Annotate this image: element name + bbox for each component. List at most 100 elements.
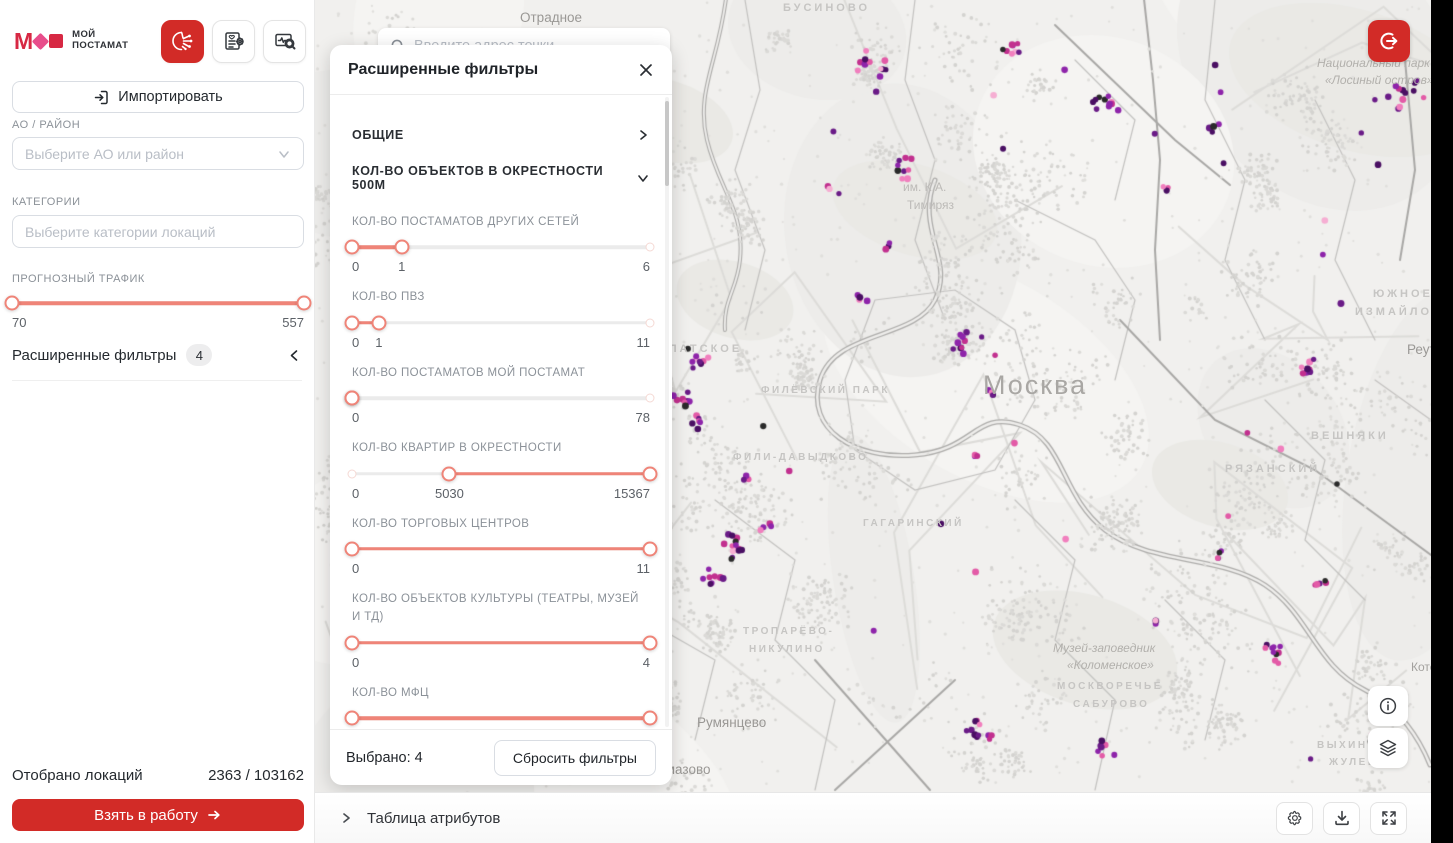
district-label: АО / РАЙОН: [12, 119, 80, 131]
tool-ai-analysis-button[interactable]: [161, 20, 204, 63]
slider-values: 078: [352, 410, 650, 427]
divider: [12, 380, 302, 381]
slider-max-handle[interactable]: [345, 391, 360, 406]
range-slider[interactable]: [352, 634, 650, 652]
export-button[interactable]: [1323, 802, 1360, 835]
chevron-left-icon: [287, 348, 302, 363]
slider-min-handle[interactable]: [345, 541, 360, 556]
info-icon: [1378, 696, 1398, 716]
panel-body: ОБЩИЕ КОЛ-ВО ОБЪЕКТОВ В ОКРЕСТНОСТИ 500М…: [330, 95, 672, 729]
slider-label: КОЛ-ВО ОБЪЕКТОВ КУЛЬТУРЫ (ТЕАТРЫ, МУЗЕЙ …: [352, 590, 650, 627]
traffic-max-value: 557: [282, 315, 304, 330]
categories-select[interactable]: [12, 215, 304, 248]
screen-edge-strip: [1431, 0, 1453, 843]
slider-values: 0111: [352, 335, 650, 352]
layers-icon: [1378, 738, 1398, 758]
filter-slider-block: КОЛ-ВО МФЦ: [352, 684, 650, 729]
range-slider[interactable]: [352, 709, 650, 727]
panel-header: Расширенные фильтры: [330, 45, 672, 95]
range-slider[interactable]: [352, 540, 650, 558]
tool-report-button[interactable]: [212, 20, 255, 63]
advanced-filters-toggle[interactable]: Расширенные фильтры 4: [12, 340, 302, 370]
table-chevron-icon: [339, 811, 353, 825]
slider-max-handle[interactable]: [643, 711, 658, 726]
selected-locations-value: 2363 / 103162: [208, 767, 304, 784]
map-area[interactable]: ОтрадноеБУСИНОВОНациональный парк«Лосины…: [315, 0, 1431, 843]
slider-min-handle[interactable]: [345, 635, 360, 650]
attributes-table-toggle[interactable]: Таблица атрибутов: [339, 810, 500, 827]
slider-values: 016: [352, 259, 650, 276]
logo-mark: М: [14, 28, 63, 55]
range-slider[interactable]: [352, 314, 650, 332]
selected-locations-label: Отобрано локаций: [12, 767, 143, 784]
monitor-search-icon: [272, 28, 298, 54]
map-info-button[interactable]: [1368, 686, 1408, 726]
panel-scrollbar[interactable]: [665, 97, 669, 727]
slider-label: КОЛ-ВО МФЦ: [352, 684, 650, 702]
traffic-min-value: 70: [12, 315, 26, 330]
filter-slider-block: КОЛ-ВО КВАРТИР В ОКРЕСТНОСТИ0503015367: [352, 439, 650, 502]
logout-icon: [1378, 30, 1400, 52]
slider-min-handle[interactable]: [442, 466, 457, 481]
filter-slider-block: КОЛ-ВО ПОСТАМАТОВ ДРУГИХ СЕТЕЙ 016: [352, 213, 650, 276]
slider-label: КОЛ-ВО ПОСТАМАТОВ МОЙ ПОСТАМАТ: [352, 364, 650, 382]
filters-count-badge: 4: [186, 344, 212, 366]
slider-max-handle[interactable]: [643, 466, 658, 481]
slider-min-handle[interactable]: [345, 315, 360, 330]
import-icon: [93, 89, 110, 106]
slider-max-handle[interactable]: [643, 635, 658, 650]
sidebar: М МОЙ ПОСТАМАТ: [0, 0, 315, 843]
chevron-right-icon: [636, 128, 650, 142]
arrow-right-icon: [206, 807, 222, 823]
section-general[interactable]: ОБЩИЕ: [352, 113, 650, 156]
slider-min-handle[interactable]: [345, 711, 360, 726]
chevron-down-icon: [636, 171, 650, 185]
slider-values: 0503015367: [352, 486, 650, 503]
chevron-down-icon: [277, 147, 291, 161]
take-to-work-button[interactable]: Взять в работу: [12, 799, 304, 831]
range-slider[interactable]: [352, 389, 650, 407]
logout-button[interactable]: [1368, 20, 1410, 62]
categories-label: КАТЕГОРИИ: [12, 196, 81, 208]
map-layers-button[interactable]: [1368, 728, 1408, 768]
slider-max-handle[interactable]: [643, 541, 658, 556]
fullscreen-button[interactable]: [1370, 802, 1407, 835]
district-select[interactable]: [12, 137, 304, 170]
filter-slider-block: КОЛ-ВО ТОРГОВЫХ ЦЕНТРОВ 011: [352, 515, 650, 578]
slider-label: КОЛ-ВО ПВЗ: [352, 288, 650, 306]
filter-slider-block: КОЛ-ВО ПОСТАМАТОВ МОЙ ПОСТАМАТ 078: [352, 364, 650, 427]
filter-slider-block: КОЛ-ВО ОБЪЕКТОВ КУЛЬТУРЫ (ТЕАТРЫ, МУЗЕЙ …: [352, 590, 650, 672]
traffic-slider-max-handle[interactable]: [297, 296, 312, 311]
categories-input[interactable]: [25, 224, 291, 240]
traffic-slider-min-handle[interactable]: [5, 296, 20, 311]
filters-sliders: КОЛ-ВО ПОСТАМАТОВ ДРУГИХ СЕТЕЙ016КОЛ-ВО …: [352, 199, 650, 729]
traffic-label: ПРОГНОЗНЫЙ ТРАФИК: [12, 273, 145, 285]
range-slider[interactable]: [352, 465, 650, 483]
download-icon: [1333, 809, 1351, 827]
filter-slider-block: КОЛ-ВО ПВЗ 0111: [352, 288, 650, 351]
gear-icon: [1286, 809, 1304, 827]
slider-label: КОЛ-ВО ТОРГОВЫХ ЦЕНТРОВ: [352, 515, 650, 533]
slider-values: 011: [352, 561, 650, 578]
section-objects-500m[interactable]: КОЛ-ВО ОБЪЕКТОВ В ОКРЕСТНОСТИ 500М: [352, 156, 650, 199]
import-button[interactable]: Импортировать: [12, 81, 304, 113]
reset-filters-button[interactable]: Сбросить фильтры: [494, 740, 656, 776]
selected-count: Выбрано: 4: [346, 750, 423, 766]
slider-label: КОЛ-ВО ПОСТАМАТОВ ДРУГИХ СЕТЕЙ: [352, 213, 650, 231]
advanced-filters-panel: Расширенные фильтры ОБЩИЕ КОЛ-ВО ОБЪЕКТО…: [330, 45, 672, 785]
slider-max-handle[interactable]: [394, 240, 409, 255]
panel-footer: Выбрано: 4 Сбросить фильтры: [330, 729, 672, 785]
tool-monitor-search-button[interactable]: [263, 20, 306, 63]
report-settings-icon: [221, 28, 247, 54]
close-icon[interactable]: [638, 62, 654, 78]
slider-max-handle[interactable]: [371, 315, 386, 330]
attributes-bar: Таблица атрибутов: [315, 792, 1431, 843]
traffic-slider[interactable]: [12, 295, 304, 311]
table-settings-button[interactable]: [1276, 802, 1313, 835]
district-input[interactable]: [25, 146, 277, 162]
panel-title: Расширенные фильтры: [348, 61, 538, 79]
slider-min-handle[interactable]: [345, 240, 360, 255]
range-slider[interactable]: [352, 238, 650, 256]
app-logo: М МОЙ ПОСТАМАТ: [14, 28, 128, 55]
slider-values: 04: [352, 655, 650, 672]
